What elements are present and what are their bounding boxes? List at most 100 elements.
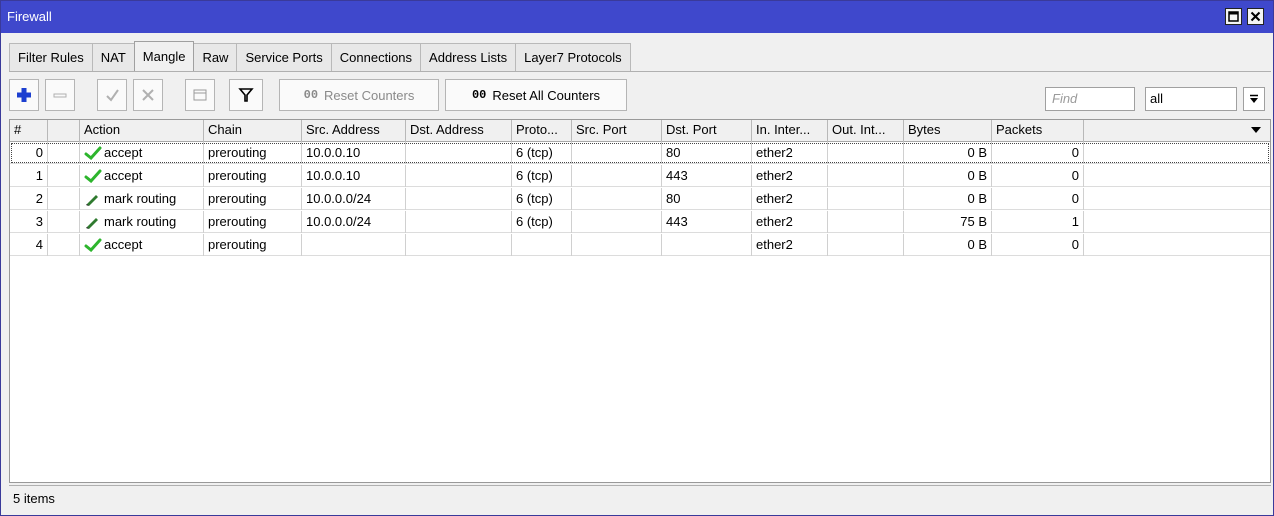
reset-counters-button[interactable]: 00 Reset Counters [279,79,439,111]
cell-proto [512,234,572,256]
remove-button[interactable] [45,79,75,111]
tab-mangle[interactable]: Mangle [133,41,195,71]
cell-proto: 6 (tcp) [512,142,572,164]
tab-connections[interactable]: Connections [330,43,422,71]
cell-packets: 1 [992,211,1084,233]
reset-all-counters-button[interactable]: 00 Reset All Counters [445,79,627,111]
cell-proto: 6 (tcp) [512,165,572,187]
col-in-interface[interactable]: In. Inter... [752,120,828,142]
col-protocol[interactable]: Proto... [512,120,572,142]
cell-src: 10.0.0.10 [302,165,406,187]
tab-nat[interactable]: NAT [91,43,135,71]
cell-sport [572,234,662,256]
cell-in: ether2 [752,165,828,187]
tab-label: Connections [339,50,413,65]
cell-bytes: 0 B [904,234,992,256]
cell-in: ether2 [752,142,828,164]
col-chain[interactable]: Chain [204,120,302,142]
tab-layer7-protocols[interactable]: Layer7 Protocols [515,43,631,71]
close-button[interactable] [1247,8,1264,25]
cell-src [302,234,406,256]
col-src-port[interactable]: Src. Port [572,120,662,142]
pencil-icon [86,195,98,206]
funnel-icon [238,88,254,102]
minus-icon [53,93,67,98]
add-button[interactable] [9,79,39,111]
cell-action: mark routing [80,211,204,233]
cell-dst [406,165,512,187]
cell-flag [48,234,80,256]
action-label: mark routing [104,191,177,206]
close-icon [1250,11,1261,22]
cell-chain: prerouting [204,188,302,210]
filter-button[interactable] [229,79,263,111]
col-number[interactable]: # [10,120,48,142]
enable-button[interactable] [97,79,127,111]
cell-sport [572,165,662,187]
cell-proto: 6 (tcp) [512,211,572,233]
cell-chain: prerouting [204,142,302,164]
check-icon [84,238,102,252]
table-row[interactable]: 3 mark routing prerouting 10.0.0.0/24 6 (tcp… [10,211,1270,233]
cell-action: mark routing [80,188,204,210]
reset-counters-label: Reset Counters [324,87,415,103]
action-label: accept [104,237,143,252]
maximize-icon [1228,11,1239,22]
tab-label: Address Lists [429,50,508,65]
filter-dropdown-button[interactable] [1243,87,1265,111]
cell-action: accept [80,142,204,164]
col-out-interface[interactable]: Out. Int... [828,120,904,142]
comment-button[interactable] [185,79,215,111]
check-icon [84,169,102,183]
cell-bytes: 0 B [904,165,992,187]
item-count: 5 items [13,491,55,506]
reset-counters-icon: 00 [303,88,319,102]
tab-bar: Filter Rules NAT Mangle Raw Service Port… [9,41,631,71]
cell-out [828,142,904,164]
reset-all-counters-icon: 00 [471,88,487,102]
plus-icon [17,88,31,102]
col-dst-address[interactable]: Dst. Address [406,120,512,142]
disable-button[interactable] [133,79,163,111]
find-input[interactable]: Find [1045,87,1135,111]
cell-dst [406,142,512,164]
col-packets[interactable]: Packets [992,120,1084,142]
cell-chain: prerouting [204,234,302,256]
action-label: accept [104,168,143,183]
col-dst-port[interactable]: Dst. Port [662,120,752,142]
cell-flag [48,142,80,164]
column-menu-icon[interactable] [1250,124,1262,136]
tab-service-ports[interactable]: Service Ports [236,43,332,71]
cell-sport [572,142,662,164]
tab-filter-rules[interactable]: Filter Rules [9,43,93,71]
title-bar[interactable]: Firewall [1,1,1273,33]
cell-dst [406,188,512,210]
cell-dport: 80 [662,188,752,210]
table-row[interactable]: 0 accept prerouting 10.0.0.10 6 (tcp) 80 ether… [10,142,1270,164]
tab-label: Mangle [142,49,186,64]
table-row[interactable]: 2 mark routing prerouting 10.0.0.0/24 6 (tcp… [10,188,1270,210]
col-bytes[interactable]: Bytes [904,120,992,142]
cell-num: 4 [10,234,48,256]
cell-flag [48,165,80,187]
tab-raw[interactable]: Raw [193,43,238,71]
cell-num: 3 [10,211,48,233]
maximize-button[interactable] [1225,8,1242,25]
cell-src: 10.0.0.0/24 [302,188,406,210]
tab-address-lists[interactable]: Address Lists [420,43,517,71]
cell-out [828,234,904,256]
cell-dst [406,211,512,233]
cell-chain: prerouting [204,211,302,233]
table-row[interactable]: 1 accept prerouting 10.0.0.10 6 (tcp) 443 ethe… [10,165,1270,187]
filter-select[interactable]: all [1145,87,1237,111]
table-row[interactable]: 4 accept prerouting ether2 0 B0 [10,234,1270,256]
col-flags[interactable] [48,120,80,142]
cell-bytes: 0 B [904,188,992,210]
cell-sport [572,211,662,233]
window-title: Firewall [7,9,52,24]
col-src-address[interactable]: Src. Address [302,120,406,142]
status-bar: 5 items [9,485,1271,511]
action-label: mark routing [104,214,177,229]
col-action[interactable]: Action [80,120,204,142]
mangle-rules-table: # Action Chain Src. Address Dst. Address… [9,119,1271,483]
